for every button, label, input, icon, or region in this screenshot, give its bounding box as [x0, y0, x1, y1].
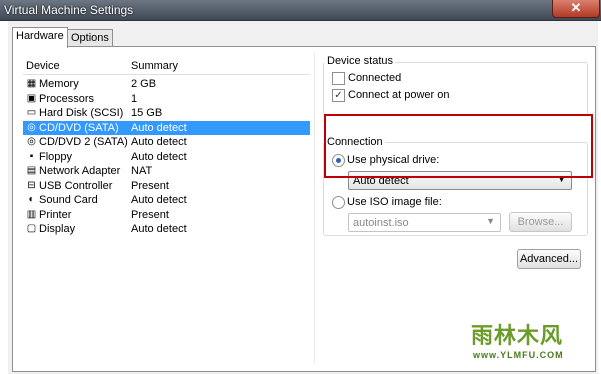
window-title: Virtual Machine Settings	[4, 3, 134, 17]
device-summary: Auto detect	[131, 223, 187, 235]
device-row[interactable]: ◎ CD/DVD (SATA) Auto detect	[23, 120, 310, 135]
advanced-button[interactable]: Advanced...	[517, 249, 581, 269]
memory-icon: ▦	[26, 78, 37, 89]
title-bar: Virtual Machine Settings ✕	[0, 0, 601, 21]
device-name: Printer	[39, 208, 72, 221]
device-summary: Auto detect	[131, 150, 187, 163]
device-name: Hard Disk (SCSI)	[39, 107, 124, 119]
device-row[interactable]: ▥ Printer Present	[23, 208, 310, 222]
tab-options[interactable]: Options	[67, 29, 113, 47]
use-iso-image-label[interactable]: Use ISO image file:	[347, 196, 442, 208]
floppy-icon: ▪	[29, 150, 34, 162]
device-name: Processors	[39, 92, 95, 105]
device-row[interactable]: ▪ Floppy Auto detect	[23, 150, 310, 164]
iso-image-value: autoinst.iso	[353, 217, 409, 229]
panel-divider	[314, 53, 315, 363]
browse-button[interactable]: Browse...	[509, 212, 572, 232]
device-summary: Auto detect	[131, 121, 187, 134]
device-row[interactable]: ▦ Memory 2 GB	[23, 77, 310, 91]
cd-dvd-icon: ◎	[27, 121, 36, 133]
device-summary: Auto detect	[131, 136, 187, 148]
watermark-logo: 雨林木风 www.YLMFU.COM	[465, 312, 595, 368]
device-row[interactable]: ▤ Network Adapter NAT	[23, 164, 310, 178]
device-row[interactable]: ◎ CD/DVD 2 (SATA) Auto detect	[23, 135, 310, 149]
device-row[interactable]: ⊟ USB Controller Present	[23, 179, 310, 193]
cd-dvd-icon: ◎	[27, 136, 36, 147]
close-icon: ✕	[570, 0, 582, 15]
close-button[interactable]: ✕	[552, 0, 600, 18]
iso-image-combobox[interactable]: autoinst.iso ▼	[348, 213, 501, 232]
highlight-box	[324, 114, 593, 178]
connected-label[interactable]: Connected	[348, 72, 401, 84]
device-name: Memory	[39, 78, 79, 90]
device-summary: Auto detect	[131, 194, 187, 206]
watermark-url: www.YLMFU.COM	[473, 350, 564, 360]
connect-at-power-on-checkbox[interactable]: ✓	[332, 89, 345, 102]
chevron-down-icon: ▼	[486, 216, 495, 226]
device-summary: 2 GB	[131, 78, 157, 90]
use-iso-image-radio[interactable]	[332, 196, 345, 209]
watermark-text: 雨林木风	[471, 323, 564, 348]
network-adapter-icon: ▤	[26, 165, 37, 176]
sound-card-icon: ◐	[28, 194, 35, 205]
device-name: Network Adapter	[39, 165, 121, 177]
hard-disk-icon: ▭	[26, 107, 37, 118]
device-name: CD/DVD (SATA)	[39, 121, 119, 134]
connect-at-power-on-label[interactable]: Connect at power on	[348, 89, 450, 101]
device-name: Display	[39, 223, 76, 235]
device-status-title: Device status	[325, 55, 396, 67]
device-row[interactable]: ◐ Sound Card Auto detect	[23, 193, 310, 207]
usb-controller-icon: ⊟	[27, 179, 36, 191]
connected-checkbox[interactable]	[332, 72, 345, 85]
device-summary: NAT	[131, 165, 153, 177]
device-name: Floppy	[39, 150, 73, 163]
device-column-header[interactable]: Device	[26, 60, 60, 72]
device-summary: Present	[131, 179, 169, 192]
device-list-header: Device Summary	[23, 58, 310, 75]
device-name: Sound Card	[39, 194, 98, 206]
device-row[interactable]: ▭ Hard Disk (SCSI) 15 GB	[23, 106, 310, 120]
device-name: CD/DVD 2 (SATA)	[39, 136, 128, 148]
display-icon: ▢	[26, 223, 37, 234]
tab-hardware[interactable]: Hardware	[12, 27, 68, 48]
device-list[interactable]: Device Summary ▦ Memory 2 GB ▣ Processors 1 ▭ H…	[23, 58, 310, 290]
device-row[interactable]: ▣ Processors 1	[23, 92, 310, 106]
processor-icon: ▣	[26, 92, 37, 104]
checkmark-icon: ✓	[334, 90, 343, 101]
device-name: USB Controller	[39, 179, 113, 192]
device-summary: 1	[131, 92, 138, 105]
summary-column-header[interactable]: Summary	[131, 60, 178, 72]
printer-icon: ▥	[26, 208, 37, 220]
device-row[interactable]: ▢ Display Auto detect	[23, 222, 310, 236]
device-summary: 15 GB	[131, 107, 163, 119]
device-summary: Present	[131, 208, 169, 221]
